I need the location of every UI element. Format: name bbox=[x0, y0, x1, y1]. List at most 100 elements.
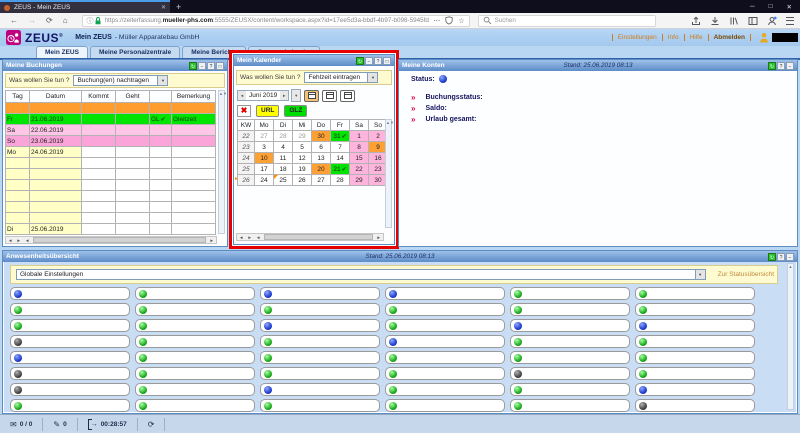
presence-entry[interactable] bbox=[510, 351, 630, 364]
next-month-icon[interactable]: ► bbox=[280, 91, 289, 100]
presence-entry[interactable] bbox=[385, 335, 505, 348]
presence-entry[interactable] bbox=[135, 287, 255, 300]
shield-icon[interactable] bbox=[445, 16, 453, 25]
presence-entry[interactable] bbox=[260, 303, 380, 316]
calendar-day-cell[interactable]: 1 bbox=[349, 130, 369, 142]
browser-tab[interactable]: ZEUS - Mein ZEUS ✕ bbox=[0, 0, 170, 13]
presence-entry[interactable] bbox=[510, 303, 630, 316]
column-header-bemerkung[interactable]: Bemerkung bbox=[171, 90, 216, 103]
booking-row[interactable] bbox=[5, 179, 216, 191]
calendar-day-cell[interactable]: 29 bbox=[349, 174, 369, 186]
kalender-horizontal-scrollbar[interactable]: ◄ ► ◄ ► bbox=[236, 233, 384, 241]
scrollbar-thumb[interactable] bbox=[33, 237, 206, 243]
presence-entry[interactable] bbox=[10, 351, 130, 364]
presence-entry[interactable] bbox=[10, 303, 130, 316]
help-icon[interactable]: ? bbox=[374, 56, 382, 65]
site-info-icon[interactable]: ⓘ bbox=[87, 16, 94, 26]
minimize-icon[interactable]: − bbox=[786, 61, 794, 70]
presence-entry[interactable] bbox=[510, 287, 630, 300]
presence-entry[interactable] bbox=[385, 287, 505, 300]
presence-entry[interactable] bbox=[510, 367, 630, 380]
maximize-icon[interactable]: □ bbox=[216, 61, 224, 70]
refresh-icon[interactable]: ↻ bbox=[768, 252, 776, 261]
calendar-day-cell[interactable]: 20 bbox=[311, 163, 331, 175]
booking-row[interactable]: So 23.06.2019 bbox=[5, 135, 216, 147]
edits-status[interactable]: ✎ 0 bbox=[43, 415, 76, 433]
presence-entry[interactable] bbox=[385, 351, 505, 364]
scrollbar-thumb[interactable] bbox=[264, 234, 373, 240]
presence-entry[interactable] bbox=[260, 287, 380, 300]
calendar-day-cell[interactable]: 7 bbox=[330, 141, 350, 153]
cancel-button[interactable]: ✖ bbox=[237, 104, 251, 117]
presence-entry[interactable] bbox=[635, 383, 755, 396]
download-icon[interactable] bbox=[710, 16, 720, 26]
back-icon[interactable]: ← bbox=[10, 16, 18, 25]
booking-row[interactable]: Sa 22.06.2019 bbox=[5, 124, 216, 136]
column-header-geht[interactable]: Geht bbox=[115, 90, 150, 103]
help-icon[interactable]: ? bbox=[777, 252, 785, 261]
presence-entry[interactable] bbox=[135, 319, 255, 332]
sidebar-icon[interactable] bbox=[748, 16, 758, 26]
calendar-day-cell[interactable]: 13 bbox=[311, 152, 331, 164]
calendar-day-cell[interactable]: 5 bbox=[292, 141, 312, 153]
presence-entry[interactable] bbox=[260, 367, 380, 380]
messages-status[interactable]: ✉ 0 / 0 bbox=[0, 415, 42, 433]
forward-icon[interactable]: → bbox=[28, 16, 36, 25]
booking-row[interactable] bbox=[5, 157, 216, 169]
presence-entry[interactable] bbox=[635, 399, 755, 412]
presence-entry[interactable] bbox=[10, 335, 130, 348]
view-three-months-button[interactable] bbox=[340, 89, 356, 102]
booking-row[interactable] bbox=[5, 190, 216, 202]
settings-link[interactable]: Einstellungen bbox=[611, 34, 662, 41]
calendar-day-cell[interactable]: 29 bbox=[292, 130, 312, 142]
booking-row[interactable] bbox=[5, 201, 216, 213]
presence-entry[interactable] bbox=[10, 383, 130, 396]
session-timer[interactable]: → 00:28:57 bbox=[78, 415, 137, 433]
view-two-months-button[interactable] bbox=[322, 89, 338, 102]
calendar-day-cell[interactable]: 24 bbox=[254, 174, 274, 186]
buchungen-action-select[interactable]: Buchung(en) nachtragen ▼ bbox=[73, 75, 169, 86]
calendar-day-cell[interactable]: 14 bbox=[330, 152, 350, 164]
presence-entry[interactable] bbox=[385, 399, 505, 412]
presence-entry[interactable] bbox=[135, 383, 255, 396]
calendar-day-cell[interactable]: 6 bbox=[311, 141, 331, 153]
presence-entry[interactable] bbox=[385, 303, 505, 316]
calendar-day-cell[interactable]: 31✔ bbox=[330, 130, 350, 142]
presence-entry[interactable] bbox=[510, 383, 630, 396]
tab-meine-personalzentrale[interactable]: Meine Personalzentrale bbox=[89, 46, 181, 58]
presence-entry[interactable] bbox=[135, 367, 255, 380]
booking-row[interactable]: Fr 21.06.2019 GL✔ Gleitzeit bbox=[5, 113, 216, 125]
presence-entry[interactable] bbox=[385, 319, 505, 332]
presence-entry[interactable] bbox=[510, 335, 630, 348]
refresh-status[interactable]: ⟳ bbox=[138, 415, 165, 433]
presence-entry[interactable] bbox=[260, 319, 380, 332]
calendar-day-cell[interactable]: 4 bbox=[273, 141, 293, 153]
save-to-pocket-icon[interactable] bbox=[691, 16, 701, 26]
menu-icon[interactable] bbox=[786, 16, 794, 25]
calendar-day-cell[interactable]: 8 bbox=[349, 141, 369, 153]
booking-row[interactable]: Mo 24.06.2019 bbox=[5, 146, 216, 158]
chevron-down-icon[interactable]: ▼ bbox=[694, 270, 705, 279]
url-bar[interactable]: ⓘ https://zeiterfassung.mueller-phs.com:… bbox=[81, 14, 470, 27]
calendar-day-cell[interactable]: 28 bbox=[273, 130, 293, 142]
presence-entry[interactable] bbox=[635, 303, 755, 316]
maximize-icon[interactable]: □ bbox=[383, 56, 391, 65]
kalender-action-select[interactable]: Fehlzeit eintragen ▼ bbox=[304, 72, 379, 83]
prev-month-icon[interactable]: ◄ bbox=[238, 91, 246, 100]
calendar-day-cell[interactable]: 19 bbox=[292, 163, 312, 175]
column-header-tag[interactable]: Tag bbox=[5, 90, 30, 103]
presence-entry[interactable] bbox=[510, 319, 630, 332]
column-header-gl[interactable] bbox=[149, 90, 172, 103]
presence-entry[interactable] bbox=[135, 303, 255, 316]
presence-entry[interactable] bbox=[385, 383, 505, 396]
calendar-day-cell[interactable]: 17 bbox=[254, 163, 274, 175]
presence-entry[interactable] bbox=[135, 351, 255, 364]
month-dropdown-icon[interactable]: ▼ bbox=[291, 89, 302, 102]
statusuebersicht-link[interactable]: Zur Statusübersicht bbox=[718, 271, 774, 278]
calendar-day-cell[interactable]: 11 bbox=[273, 152, 293, 164]
tab-mein-zeus[interactable]: Mein ZEUS bbox=[36, 46, 88, 58]
presence-entry[interactable] bbox=[635, 319, 755, 332]
calendar-day-cell[interactable]: 27 bbox=[311, 174, 331, 186]
presence-entry[interactable] bbox=[10, 367, 130, 380]
presence-entry[interactable] bbox=[260, 399, 380, 412]
